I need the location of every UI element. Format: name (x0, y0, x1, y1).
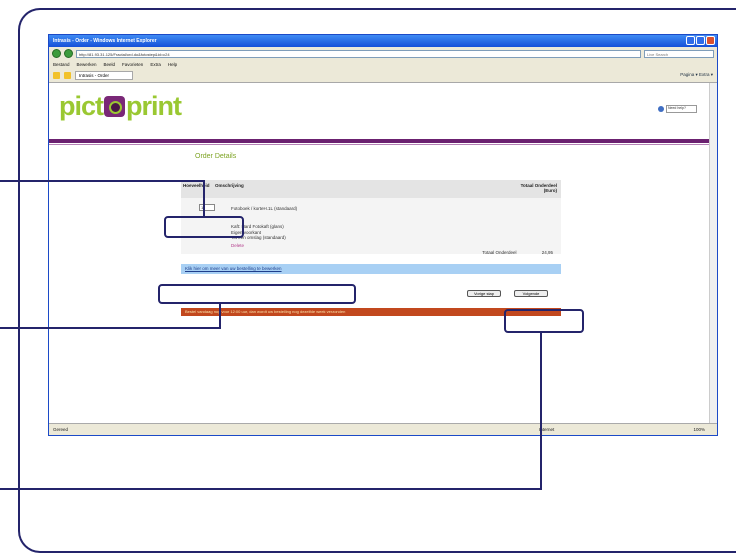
browser-tab[interactable]: Intrasis - Order (75, 71, 133, 80)
browser-window: Intrasis - Order - Windows Internet Expl… (48, 34, 718, 436)
zoom-level[interactable]: 100% (693, 427, 705, 432)
callout-next-button-box (504, 309, 584, 333)
callout-leader-line (540, 332, 542, 490)
item-total: Totaal Onderdeel 24,95 (458, 250, 553, 255)
header-divider-thin (49, 144, 711, 145)
next-step-button[interactable]: Volgende (514, 290, 548, 297)
callout-edit-link-box (158, 284, 356, 304)
menu-bar: Bestand Bewerken Beeld Favorieten Extra … (49, 60, 717, 69)
window-titlebar: Intrasis - Order - Windows Internet Expl… (49, 35, 717, 47)
address-input[interactable]: http://81.93.31.125/Fractal/ord.do&fotos… (76, 49, 641, 58)
item-description: Fotoboek / korteH.1L (standaard) (231, 206, 298, 211)
menu-item[interactable]: Beeld (104, 62, 116, 67)
help-widget[interactable]: Need help? (658, 105, 697, 113)
callout-leader-line (0, 180, 204, 182)
status-bar: Gereed Internet 100% (49, 423, 717, 435)
page-title: Order Details (195, 153, 237, 160)
help-select[interactable]: Need help? (666, 105, 697, 113)
item-total-label: Totaal Onderdeel (482, 250, 517, 255)
order-table-header: Hoeveelheid Omschrijving Totaal Onderdee… (181, 180, 561, 198)
menu-item[interactable]: Bewerken (77, 62, 97, 67)
web-page: pict print Need help? Order Details Hoeve… (49, 83, 711, 425)
edit-order-link[interactable]: Klik hier om meer van uw bestelling te b… (181, 264, 561, 274)
help-icon (658, 106, 664, 112)
menu-item[interactable]: Favorieten (122, 62, 143, 67)
vertical-scrollbar[interactable] (709, 83, 717, 425)
column-total: Totaal Onderdeel (Euro) (520, 183, 557, 193)
minimize-button[interactable] (686, 36, 695, 45)
maximize-button[interactable] (696, 36, 705, 45)
column-description: Omschrijving (215, 183, 244, 188)
window-title: Intrasis - Order - Windows Internet Expl… (53, 38, 157, 44)
pictoprint-logo: pict print (59, 91, 182, 121)
callout-leader-line (0, 488, 542, 490)
callout-quantity-box (164, 216, 244, 238)
camera-icon (104, 96, 126, 117)
command-bar-tools[interactable]: Pagina ▾ Extra ▾ (680, 72, 713, 78)
search-input[interactable]: Live Search (644, 49, 714, 58)
forward-arrow-icon[interactable] (64, 49, 73, 58)
callout-leader-line (203, 180, 205, 217)
callout-leader-line (219, 303, 221, 328)
item-total-value: 24,95 (541, 250, 553, 255)
back-arrow-icon[interactable] (52, 49, 61, 58)
quantity-input[interactable]: 1 (199, 204, 215, 211)
address-bar: http://81.93.31.125/Fractal/ord.do&fotos… (49, 47, 717, 60)
menu-item[interactable]: Bestand (53, 62, 70, 67)
menu-item[interactable]: Extra (150, 62, 161, 67)
close-button[interactable] (706, 36, 715, 45)
delete-item-link[interactable]: Delete (231, 243, 244, 248)
menu-item[interactable]: Help (168, 62, 177, 67)
status-text: Gereed (53, 427, 69, 432)
header-divider (49, 139, 711, 143)
column-quantity: Hoeveelheid (183, 183, 210, 188)
previous-step-button[interactable]: Vorige stap (467, 290, 501, 297)
add-favorite-icon[interactable] (64, 72, 71, 79)
tab-bar: Intrasis - Order Pagina ▾ Extra ▾ (49, 69, 717, 83)
favorites-star-icon[interactable] (53, 72, 60, 79)
callout-leader-line (0, 327, 221, 329)
